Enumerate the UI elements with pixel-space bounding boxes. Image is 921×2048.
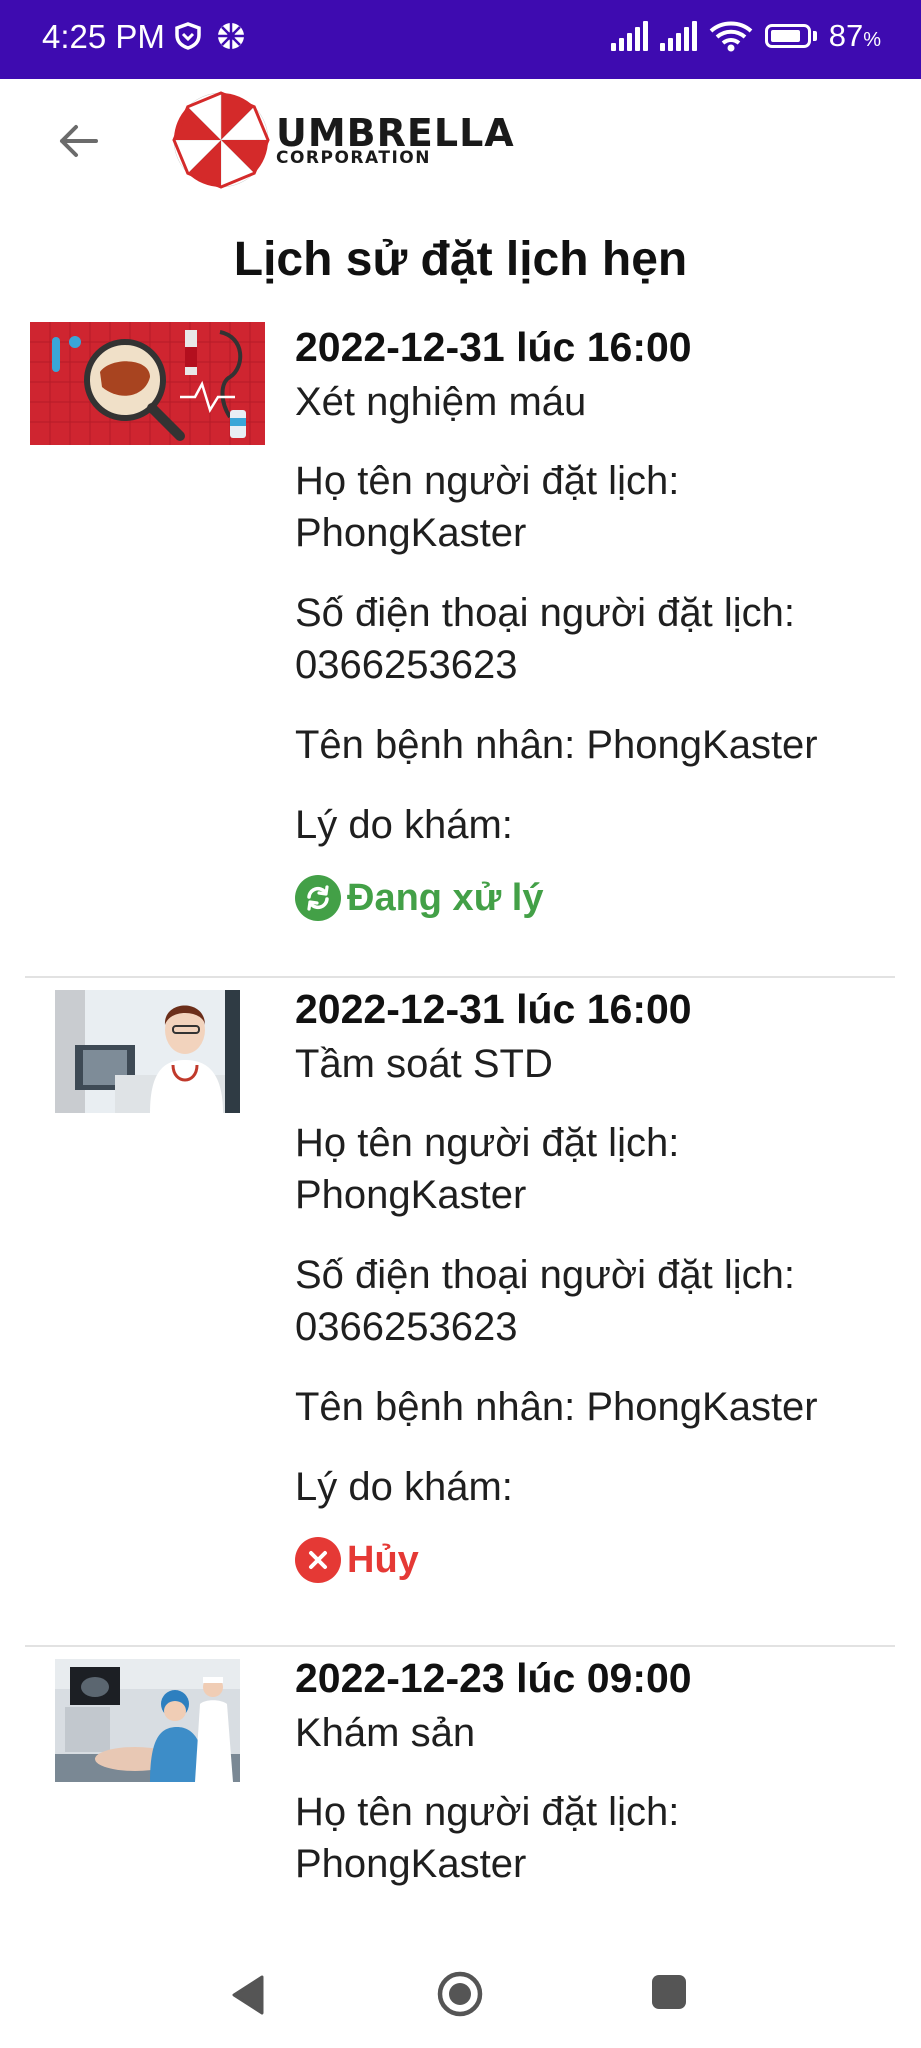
- nav-recents-button[interactable]: [651, 1974, 687, 2015]
- signal-icon: [659, 21, 697, 51]
- appointment-info: 2022-12-31 lúc 16:00 Tầm soát STD Họ tên…: [295, 978, 895, 1584]
- appointment-datetime: 2022-12-31 lúc 16:00: [295, 986, 692, 1032]
- umbrella-logo: UMBRELLA CORPORATION: [172, 91, 515, 189]
- booker-name-field: Họ tên người đặt lịch: PhongKaster: [295, 1117, 895, 1221]
- doctor-photo: [55, 990, 240, 1113]
- close-icon: [295, 1537, 341, 1584]
- booker-name: PhongKaster: [295, 1842, 527, 1887]
- home-circle-icon: [437, 1971, 483, 2017]
- booker-label: Họ tên người đặt lịch:: [295, 459, 680, 504]
- appointment-service: Khám sản: [295, 1711, 476, 1756]
- appointment-service: Xét nghiệm máu: [295, 380, 587, 425]
- booker-name: PhongKaster: [295, 1173, 527, 1218]
- arrow-left-icon: [60, 125, 98, 157]
- patient-name-field: Tên bệnh nhân: PhongKaster: [295, 723, 818, 768]
- appointment-info: 2022-12-23 lúc 09:00 Khám sản Họ tên ngư…: [295, 1647, 895, 1890]
- back-triangle-icon: [232, 1975, 264, 2015]
- appointment-list: 2022-12-31 lúc 16:00 Xét nghiệm máu Họ t…: [25, 314, 895, 1947]
- booker-name-field: Họ tên người đặt lịch: PhongKaster: [295, 455, 895, 559]
- app-bar: UMBRELLA CORPORATION: [0, 79, 921, 204]
- appointment-datetime: 2022-12-31 lúc 16:00: [295, 324, 692, 370]
- appointment-info: 2022-12-31 lúc 16:00 Xét nghiệm máu Họ t…: [295, 314, 895, 922]
- status-bar: 4:25 PM 87%: [0, 0, 921, 79]
- booker-name: PhongKaster: [295, 511, 527, 556]
- battery-percent: 87%: [828, 18, 881, 53]
- appointment-datetime: 2022-12-23 lúc 09:00: [295, 1655, 692, 1701]
- reason-field: Lý do khám:: [295, 1465, 513, 1510]
- patient-name-field: Tên bệnh nhân: PhongKaster: [295, 1385, 818, 1430]
- status-time: 4:25 PM: [42, 18, 165, 55]
- booker-label: Họ tên người đặt lịch:: [295, 1790, 680, 1835]
- ultrasound-photo: [55, 1659, 240, 1782]
- back-button[interactable]: [50, 113, 106, 169]
- appointment-card[interactable]: 2022-12-23 lúc 09:00 Khám sản Họ tên ngư…: [25, 1647, 895, 1947]
- app-notification-icon: [218, 23, 244, 49]
- phone-number: 0366253623: [295, 1305, 518, 1350]
- booker-name-field: Họ tên người đặt lịch: PhongKaster: [295, 1786, 895, 1890]
- blood-test-illustration: [30, 322, 265, 445]
- refresh-icon: [295, 875, 341, 922]
- logo-main-text: UMBRELLA: [276, 110, 515, 155]
- nav-home-button[interactable]: [436, 1970, 484, 2023]
- status-right-icons: 87%: [610, 18, 881, 54]
- status-badge: Hủy: [295, 1537, 895, 1584]
- system-navigation-bar: [0, 1944, 921, 2048]
- recents-square-icon: [652, 1975, 686, 2009]
- phone-label: Số điện thoại người đặt lịch:: [295, 1253, 795, 1298]
- vpn-shield-icon: [175, 22, 201, 50]
- logo-wordmark: UMBRELLA CORPORATION: [276, 114, 515, 167]
- signal-icon: [610, 21, 648, 51]
- status-text: Đang xử lý: [347, 876, 544, 919]
- status-badge: Đang xử lý: [295, 875, 895, 922]
- appointment-card[interactable]: 2022-12-31 lúc 16:00 Xét nghiệm máu Họ t…: [25, 314, 895, 978]
- reason-field: Lý do khám:: [295, 803, 513, 848]
- status-left-icons: [175, 20, 247, 52]
- booker-phone-field: Số điện thoại người đặt lịch: 0366253623: [295, 587, 895, 691]
- booker-label: Họ tên người đặt lịch:: [295, 1121, 680, 1166]
- appointment-service: Tầm soát STD: [295, 1042, 553, 1087]
- phone-number: 0366253623: [295, 643, 518, 688]
- battery-icon: [764, 24, 817, 48]
- phone-label: Số điện thoại người đặt lịch:: [295, 591, 795, 636]
- umbrella-logo-icon: [172, 91, 270, 189]
- status-text: Hủy: [347, 1538, 419, 1581]
- appointment-card[interactable]: 2022-12-31 lúc 16:00 Tầm soát STD Họ tên…: [25, 978, 895, 1647]
- page-title: Lịch sử đặt lịch hẹn: [233, 233, 688, 286]
- nav-back-button[interactable]: [230, 1974, 266, 2021]
- wifi-icon: [709, 21, 753, 52]
- booker-phone-field: Số điện thoại người đặt lịch: 0366253623: [295, 1249, 895, 1353]
